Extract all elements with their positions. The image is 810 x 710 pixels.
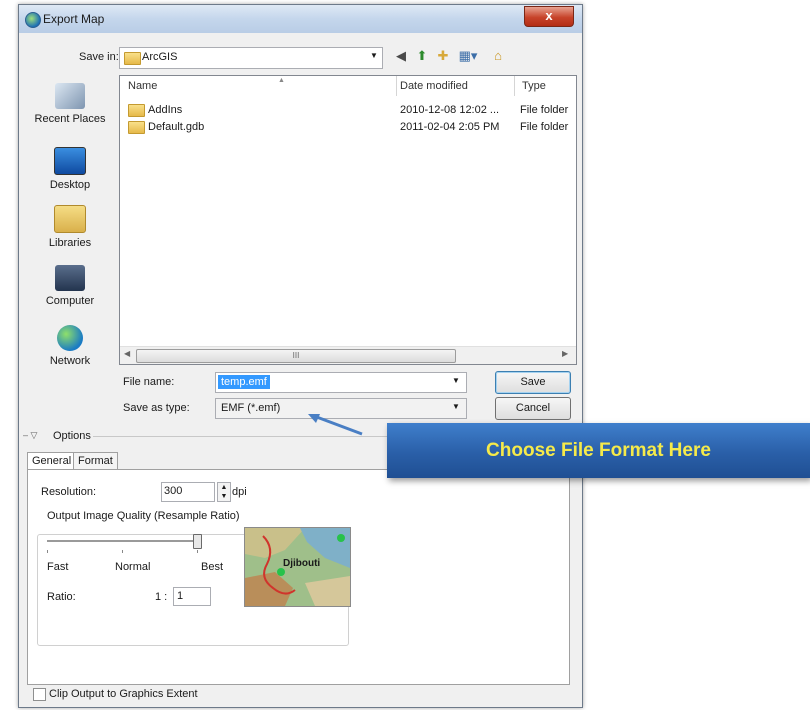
close-button[interactable]: x <box>524 6 574 27</box>
resolution-spinner[interactable]: ▲ ▼ <box>217 482 231 502</box>
resolution-label: Resolution: <box>41 486 97 498</box>
home-icon[interactable]: ⌂ <box>489 47 507 65</box>
cancel-button[interactable]: Cancel <box>495 397 571 420</box>
slider-tick <box>197 550 198 553</box>
slider-tick <box>47 550 48 553</box>
place-libraries[interactable]: Libraries <box>25 205 115 249</box>
slider-tick <box>122 550 123 553</box>
file-name-value: temp.emf <box>218 375 270 389</box>
export-map-dialog: Export Map x Save in: ArcGIS ▼ ◀ ⬆ ✚ ▦▾ … <box>18 4 583 708</box>
map-preview-image: Djibouti <box>244 527 351 607</box>
slider-tick-label: Best <box>201 561 224 573</box>
ratio-input[interactable]: 1 <box>173 587 211 606</box>
computer-icon <box>55 265 85 291</box>
places-bar: Recent Places Desktop Libraries Computer… <box>25 45 115 370</box>
save-button[interactable]: Save <box>495 371 571 394</box>
save-as-type-label: Save as type: <box>123 402 190 414</box>
ratio-label: Ratio: <box>47 591 76 603</box>
file-type-cell: File folder <box>520 104 569 116</box>
map-preview-label: Djibouti <box>283 558 321 569</box>
place-label: Recent Places <box>34 113 106 125</box>
annotation-arrow-icon <box>308 414 363 436</box>
place-computer[interactable]: Computer <box>25 265 115 307</box>
resolution-value: 300 <box>164 485 183 497</box>
desktop-icon <box>54 147 86 175</box>
file-date-cell: 2010-12-08 12:02 ... <box>400 104 500 116</box>
ratio-prefix: 1 : <box>155 591 168 603</box>
quality-slider-thumb[interactable] <box>193 534 202 549</box>
scroll-right-icon[interactable]: ▶ <box>562 349 568 358</box>
sort-arrow-icon: ▲ <box>278 77 285 84</box>
clip-output-label: Clip Output to Graphics Extent <box>49 688 198 700</box>
file-name-label: File name: <box>123 376 175 388</box>
column-header-date[interactable]: Date modified <box>400 80 468 92</box>
folder-icon <box>128 121 145 134</box>
resolution-input[interactable]: 300 <box>161 482 215 502</box>
chevron-down-icon: ▼ <box>370 51 378 60</box>
network-icon <box>57 325 83 351</box>
table-row[interactable]: AddIns 2010-12-08 12:02 ... File folder <box>124 102 574 118</box>
output-quality-label: Output Image Quality (Resample Ratio) <box>45 510 242 522</box>
place-label: Network <box>49 355 91 367</box>
scroll-thumb[interactable]: III <box>136 349 456 363</box>
slider-tick-label: Normal <box>115 561 151 573</box>
slider-tick-label: Fast <box>47 561 69 573</box>
file-list[interactable]: Name ▲ Date modified Type AddIns 2010-12… <box>119 75 577 365</box>
folder-icon <box>124 52 141 65</box>
ratio-value: 1 <box>177 590 184 602</box>
place-desktop[interactable]: Desktop <box>25 147 115 191</box>
arcgis-globe-icon <box>25 12 41 28</box>
file-type-cell: File folder <box>520 121 569 133</box>
file-name-cell: Default.gdb <box>148 121 205 133</box>
column-header-type[interactable]: Type <box>522 80 546 92</box>
libraries-icon <box>54 205 86 233</box>
column-separator <box>514 76 515 96</box>
place-network[interactable]: Network <box>25 325 115 367</box>
scroll-left-icon[interactable]: ◀ <box>124 349 130 358</box>
options-label[interactable]: Options <box>53 430 91 442</box>
up-folder-icon[interactable]: ⬆ <box>413 47 431 65</box>
save-in-value: ArcGIS <box>142 51 178 63</box>
back-icon[interactable]: ◀ <box>392 47 410 65</box>
file-name-input[interactable]: temp.emf ▼ <box>215 372 467 393</box>
place-label: Computer <box>45 295 95 307</box>
folder-icon <box>128 104 145 117</box>
quality-slider-track[interactable] <box>47 540 197 543</box>
chevron-down-icon[interactable]: ▼ <box>452 376 460 385</box>
save-as-type-value: EMF (*.emf) <box>221 402 281 414</box>
callout-banner: Choose File Format Here <box>387 423 810 478</box>
resolution-unit: dpi <box>232 486 247 498</box>
collapse-chevron-icon[interactable]: – ▽ <box>23 430 37 441</box>
file-name-cell: AddIns <box>148 104 183 116</box>
file-date-cell: 2011-02-04 2:05 PM <box>400 121 500 133</box>
place-label: Libraries <box>48 237 92 249</box>
horizontal-scrollbar[interactable]: ◀ III ▶ <box>120 346 576 364</box>
place-recent-places[interactable]: Recent Places <box>25 83 115 125</box>
column-separator <box>396 76 397 96</box>
chevron-down-icon: ▼ <box>452 402 460 411</box>
view-menu-icon[interactable]: ▦▾ <box>455 47 481 65</box>
new-folder-icon[interactable]: ✚ <box>434 47 452 65</box>
save-in-dropdown[interactable]: ArcGIS ▼ <box>119 47 383 69</box>
window-title: Export Map <box>43 12 105 26</box>
clip-output-checkbox[interactable] <box>33 688 46 701</box>
recent-places-icon <box>55 83 85 109</box>
table-row[interactable]: Default.gdb 2011-02-04 2:05 PM File fold… <box>124 119 574 135</box>
column-header-name[interactable]: Name <box>128 80 157 92</box>
place-label: Desktop <box>49 179 91 191</box>
title-bar[interactable]: Export Map x <box>19 5 582 33</box>
